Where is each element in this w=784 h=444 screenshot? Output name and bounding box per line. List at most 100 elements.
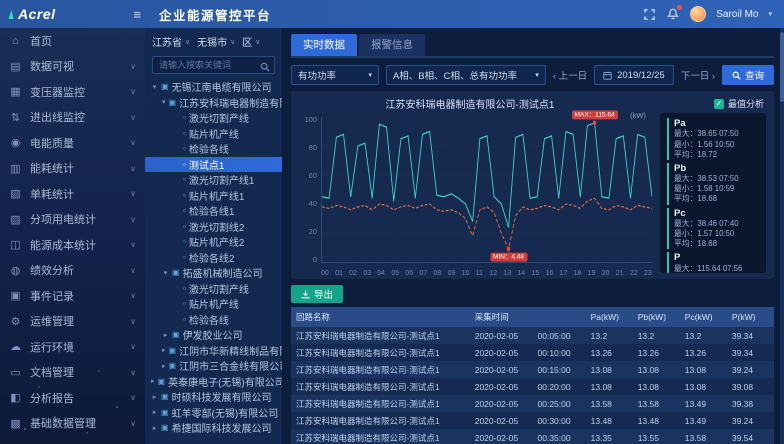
- next-day-button[interactable]: 下一日 ›: [681, 68, 715, 82]
- prev-day-button[interactable]: ‹ 上一日: [553, 68, 587, 82]
- menu-toggle-icon[interactable]: ≡: [133, 7, 145, 22]
- search-icon[interactable]: [260, 59, 270, 77]
- phase-multiselect[interactable]: A相、B相、C相、总有功功率 ▾: [385, 65, 546, 85]
- cell-time: 00:25:00: [532, 395, 586, 412]
- sidebar-item[interactable]: ⌂ 首页: [0, 28, 145, 54]
- tab-alarm-info[interactable]: 报警信息: [359, 34, 425, 56]
- sidebar-item[interactable]: ⇅ 进出线监控 ∨: [0, 105, 145, 131]
- chevron-down-icon: ∨: [185, 38, 191, 46]
- tree-node[interactable]: ▸ ▣ 英泰康电子(无锡)有限公司: [145, 374, 282, 390]
- sidebar-item[interactable]: ◫ 能源成本统计 ∨: [0, 232, 145, 258]
- tree-node[interactable]: ▫ 激光切割产线: [145, 110, 282, 126]
- tree-expander-icon[interactable]: ▸: [162, 362, 166, 370]
- tree-node[interactable]: ▸ ▣ 江阴市华新精线制品有限公司: [145, 343, 282, 359]
- tree-node[interactable]: ▸ ▣ 虹羊零部(无锡)有限公司: [145, 405, 282, 421]
- sidebar-item[interactable]: ◧ 分析报告 ∨: [0, 385, 145, 411]
- decoration-stars: [24, 428, 26, 430]
- query-button[interactable]: 查询: [722, 65, 774, 85]
- tree-node[interactable]: ▫ 贴片机产线1: [145, 188, 282, 204]
- sidebar-item[interactable]: ◉ 电能质量 ∨: [0, 130, 145, 156]
- sidebar-item[interactable]: ▭ 文档管理 ∨: [0, 360, 145, 386]
- x-tick: 08: [433, 270, 442, 277]
- tree-node[interactable]: ▫ 检验各线: [145, 312, 282, 328]
- cell-circuit: 江苏安科瑞电器制造有限公司-测试点1: [291, 429, 470, 444]
- chevron-down-icon: ∨: [130, 189, 136, 199]
- tree-expander-icon[interactable]: ▾: [162, 269, 169, 277]
- tree-expander-icon[interactable]: ▸: [162, 331, 169, 339]
- export-button[interactable]: 导出: [291, 285, 344, 303]
- cell-pa: 13.58: [585, 395, 633, 412]
- date-picker[interactable]: 2019/12/25: [594, 65, 674, 85]
- company-icon: ▫: [183, 237, 186, 247]
- city-select[interactable]: 无锡市 ∨: [197, 34, 235, 49]
- tree-expander-icon[interactable]: ▸: [162, 346, 166, 354]
- sidebar-item[interactable]: ▣ 事件记录 ∨: [0, 283, 145, 309]
- cell-p: 39.34: [726, 344, 774, 361]
- district-select[interactable]: 区 ∨: [242, 34, 260, 49]
- cell-pc: 13.08: [679, 361, 727, 378]
- sidebar-item[interactable]: ⚙ 运维管理 ∨: [0, 309, 145, 335]
- chart-annotation-min: MIN：4.48: [489, 252, 528, 262]
- x-tick: 09: [447, 270, 456, 277]
- tree-node[interactable]: ▾ ▣ 无锡江南电缆有限公司: [145, 79, 282, 95]
- province-select[interactable]: 江苏省 ∨: [152, 34, 190, 49]
- tree-node[interactable]: ▫ 检验各线2: [145, 250, 282, 266]
- tab-realtime-data[interactable]: 实时数据: [291, 34, 357, 56]
- company-icon: ▫: [183, 206, 186, 216]
- fullscreen-icon[interactable]: [642, 7, 656, 21]
- user-name[interactable]: Saroil Mo: [716, 9, 758, 20]
- sidebar-item[interactable]: ▧ 单耗统计 ∨: [0, 181, 145, 207]
- tree-node[interactable]: ▫ 激光切割产线1: [145, 172, 282, 188]
- sidebar-item-label: 分项用电统计: [30, 214, 96, 227]
- cell-time: 00:30:00: [532, 412, 586, 429]
- tree-node[interactable]: ▫ 激光切割线2: [145, 219, 282, 235]
- chevron-down-icon: ∨: [230, 38, 236, 46]
- stats-group-name: Pc: [674, 207, 686, 219]
- sidebar-item[interactable]: ▨ 分项用电统计 ∨: [0, 207, 145, 233]
- tree-node[interactable]: ▫ 测试点1: [145, 156, 282, 172]
- cell-pc: 13.26: [679, 344, 727, 361]
- user-menu-caret-icon[interactable]: ▾: [768, 10, 772, 18]
- header-pb: Pb(kW): [632, 307, 680, 327]
- avatar[interactable]: [690, 6, 707, 22]
- tree-node-label: 激光切割产线: [188, 114, 249, 126]
- cell-pc: 13.49: [679, 395, 727, 412]
- tree-node[interactable]: ▫ 贴片机产线2: [145, 234, 282, 250]
- tree-node[interactable]: ▫ 贴片机产线: [145, 126, 282, 142]
- tree-expander-icon[interactable]: ▸: [151, 408, 158, 416]
- tree-expander-icon[interactable]: ▾: [162, 98, 166, 106]
- sidebar-item[interactable]: ▦ 变压器监控 ∨: [0, 79, 145, 105]
- cell-pb: 13.26: [632, 344, 680, 361]
- tree-node[interactable]: ▾ ▣ 拓盛机械制造公司: [145, 265, 282, 281]
- sidebar-item-label: 分析报告: [30, 392, 74, 405]
- tree-node[interactable]: ▸ ▣ 希捷国际科技发展公司: [145, 420, 282, 436]
- org-tree-panel: 江苏省∨ 无锡市∨ 区∨ ▾ ▣ 无锡江南电缆有限公司 ▾ ▣ 江苏安科瑞电: [145, 28, 283, 444]
- tree-node[interactable]: ▸ ▣ 伊发胶业公司: [145, 327, 282, 343]
- tree-expander-icon[interactable]: ▾: [151, 83, 158, 91]
- tree-expander-icon[interactable]: ▸: [151, 393, 158, 401]
- cell-circuit: 江苏安科瑞电器制造有限公司-测试点1: [291, 361, 470, 378]
- sidebar-item[interactable]: ☁ 运行环境 ∨: [0, 334, 145, 360]
- tree-node[interactable]: ▫ 贴片机产线: [145, 296, 282, 312]
- sidebar-item[interactable]: ◍ 绩效分析 ∨: [0, 258, 145, 284]
- tree-node[interactable]: ▸ ▣ 时硕科技发展有限公司: [145, 389, 282, 405]
- cell-p: 39.38: [726, 395, 774, 412]
- scrollbar[interactable]: [780, 28, 784, 444]
- sidebar-item[interactable]: ▤ 数据可视 ∨: [0, 54, 145, 80]
- tree-expander-icon[interactable]: ▸: [151, 377, 155, 385]
- sidebar-item[interactable]: ▥ 能耗统计 ∨: [0, 156, 145, 182]
- minmax-analysis-toggle[interactable]: ✓ 最值分析: [713, 97, 764, 110]
- tree-node[interactable]: ▫ 激光切割产线: [145, 281, 282, 297]
- sidebar-item[interactable]: ▩ 基础数据管理 ∨: [0, 411, 145, 437]
- sidebar-item-label: 变压器监控: [30, 86, 85, 99]
- scrollbar-thumb[interactable]: [780, 32, 784, 102]
- metric-select[interactable]: 有功功率 ▾: [291, 65, 379, 85]
- tree-expander-icon[interactable]: ▸: [151, 424, 158, 432]
- tree-node[interactable]: ▫ 检验各线1: [145, 203, 282, 219]
- notification-bell-icon[interactable]: [666, 5, 683, 21]
- tree-node[interactable]: ▾ ▣ 江苏安科瑞电器制造有限公司: [145, 95, 282, 111]
- tree-node[interactable]: ▸ ▣ 江阴市三合金线有限公司: [145, 358, 282, 374]
- tree-node[interactable]: ▫ 检验各线: [145, 141, 282, 157]
- tree-search-input[interactable]: [152, 56, 275, 74]
- cell-pc: 13.49: [679, 412, 727, 429]
